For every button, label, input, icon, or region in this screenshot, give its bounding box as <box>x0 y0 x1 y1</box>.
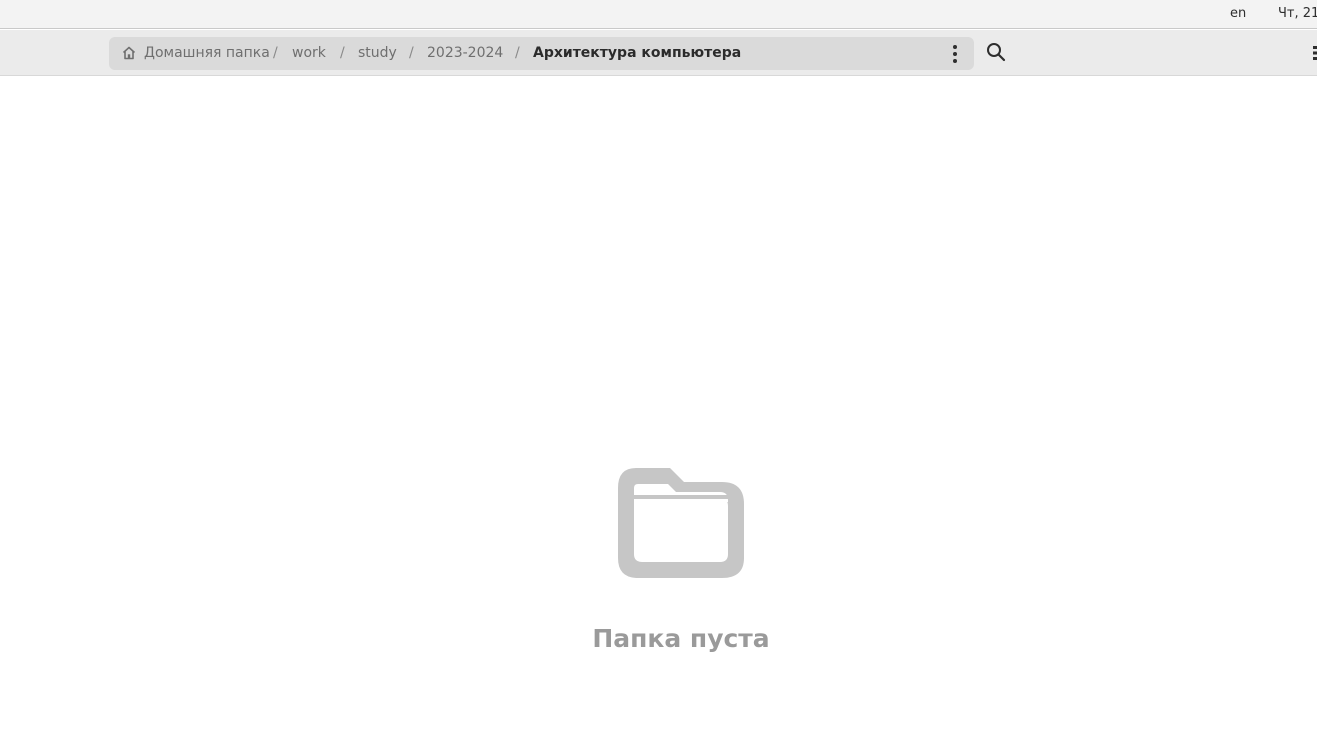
vertical-dots-icon[interactable] <box>947 43 963 65</box>
breadcrumb-item-work[interactable]: work <box>292 45 326 61</box>
folder-icon <box>618 468 744 578</box>
breadcrumb: Домашняя папка / work / study / 2023-202… <box>109 37 974 70</box>
breadcrumb-separator: / <box>515 45 520 61</box>
file-manager-header-bar: Домашняя папка / work / study / 2023-202… <box>0 30 1317 76</box>
breadcrumb-item-current[interactable]: Архитектура компьютера <box>533 45 741 61</box>
empty-folder-message: Папка пуста <box>592 624 770 653</box>
system-top-bar: en Чт, 21 <box>0 0 1317 29</box>
breadcrumb-separator: / <box>409 45 414 61</box>
keyboard-layout-indicator[interactable]: en <box>1230 6 1246 21</box>
home-icon <box>122 46 136 60</box>
search-icon[interactable] <box>985 41 1007 63</box>
breadcrumb-item-study[interactable]: study <box>358 45 397 61</box>
breadcrumb-item-home[interactable]: Домашняя папка <box>144 45 270 61</box>
breadcrumb-item-2023-2024[interactable]: 2023-2024 <box>427 45 503 61</box>
main-menu-icon[interactable] <box>1311 45 1317 61</box>
breadcrumb-separator: / <box>340 45 345 61</box>
breadcrumb-separator: / <box>273 45 278 61</box>
clock[interactable]: Чт, 21 <box>1278 6 1317 21</box>
